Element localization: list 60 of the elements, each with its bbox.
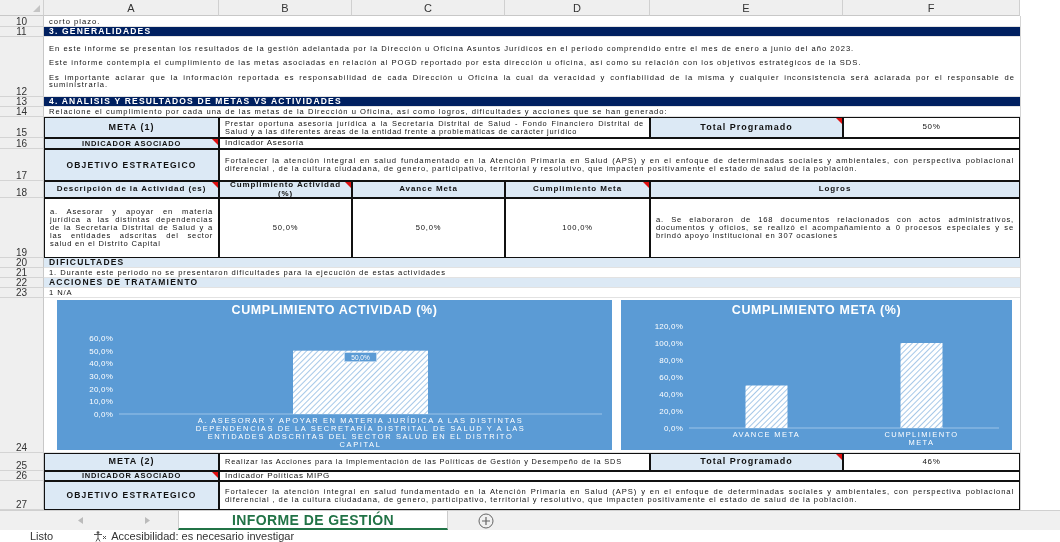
column-header[interactable]: C xyxy=(352,0,505,16)
bar xyxy=(745,385,788,428)
row-number[interactable]: 12 xyxy=(0,37,44,97)
meta-label: META (2) xyxy=(44,453,219,471)
axis-tick-label: 0,0% xyxy=(93,410,113,419)
sheet-tab[interactable]: INFORME DE GESTIÓN xyxy=(178,511,448,530)
row-number[interactable]: 15 xyxy=(0,117,44,138)
chart-title: CUMPLIMIENTO META (%) xyxy=(731,303,902,317)
axis-tick-label: 30,0% xyxy=(89,372,113,381)
axis-tick-label: 100,0% xyxy=(654,339,683,348)
row-number[interactable]: 24 xyxy=(0,298,44,453)
previous-sheet-icon[interactable] xyxy=(78,517,84,524)
accessibility-icon[interactable] xyxy=(93,530,108,542)
table-header: Descripción de la Actividad (es) xyxy=(44,181,219,198)
total-value: 46% xyxy=(843,453,1020,471)
row-number[interactable]: 17 xyxy=(0,149,44,181)
indicator-value: Indicador Políticas MIPG xyxy=(219,471,1020,481)
next-sheet-icon[interactable] xyxy=(144,517,150,524)
axis-tick-label: 50,0% xyxy=(89,346,113,356)
add-sheet-icon[interactable] xyxy=(478,512,494,529)
total-value: 50% xyxy=(843,117,1020,138)
objective-label: OBJETIVO ESTRATEGICO xyxy=(44,481,219,510)
objective-label: OBJETIVO ESTRATEGICO xyxy=(44,149,219,181)
column-header[interactable]: A xyxy=(44,0,219,16)
row-number[interactable]: 10 xyxy=(0,16,44,27)
section-header: 3. GENERALIDADES xyxy=(44,27,1020,37)
axis-tick-label: 120,0% xyxy=(654,322,683,331)
axis-tick-label: 20,0% xyxy=(659,407,683,416)
row-number[interactable]: 19 xyxy=(0,198,44,258)
table-header: Avance Meta xyxy=(352,181,505,198)
row-number[interactable]: 18 xyxy=(0,181,44,198)
row-number[interactable]: 25 xyxy=(0,453,44,471)
accessibility-status[interactable]: Accesibilidad: es necesario investigar xyxy=(111,530,295,542)
column-header[interactable]: E xyxy=(650,0,843,16)
section-header: 4. ANALISIS Y RESULTADOS DE METAS VS ACTIVIDADES xyxy=(44,97,1020,107)
axis-tick-label: 0,0% xyxy=(663,424,683,433)
status-text: Listo xyxy=(30,530,54,542)
column-header[interactable]: B xyxy=(219,0,352,16)
row-number[interactable]: 27 xyxy=(0,481,44,510)
axis-tick-label: 10,0% xyxy=(89,397,113,407)
axis-tick-label: 60,0% xyxy=(659,373,683,382)
section-subheader: ACCIONES DE TRATAMIENTO xyxy=(44,278,1020,288)
meta-label: META (1) xyxy=(44,117,219,138)
axis-tick-label: 20,0% xyxy=(89,384,113,394)
row-number[interactable]: 11 xyxy=(0,27,44,37)
section-subheader: DIFICULTADES xyxy=(44,258,1020,268)
axis-tick-label: 60,0% xyxy=(89,334,113,343)
total-label: Total Programado xyxy=(650,117,843,138)
column-header[interactable]: F xyxy=(843,0,1020,16)
indicator-value: Indicador Asesoría xyxy=(219,138,1020,149)
column-header[interactable]: D xyxy=(505,0,650,16)
axis-tick-label: 80,0% xyxy=(659,356,683,365)
table-header: Cumplimiento Meta xyxy=(505,181,650,198)
select-all-corner[interactable] xyxy=(0,0,44,16)
chart-title: CUMPLIMIENTO ACTIVIDAD (%) xyxy=(231,303,438,317)
table-header: Logros xyxy=(650,181,1020,198)
axis-tick-label: 40,0% xyxy=(659,390,683,399)
total-label: Total Programado xyxy=(650,453,843,471)
table-header: Cumplimiento Actividad (%) xyxy=(219,181,352,198)
axis-tick-label: 40,0% xyxy=(89,359,113,369)
